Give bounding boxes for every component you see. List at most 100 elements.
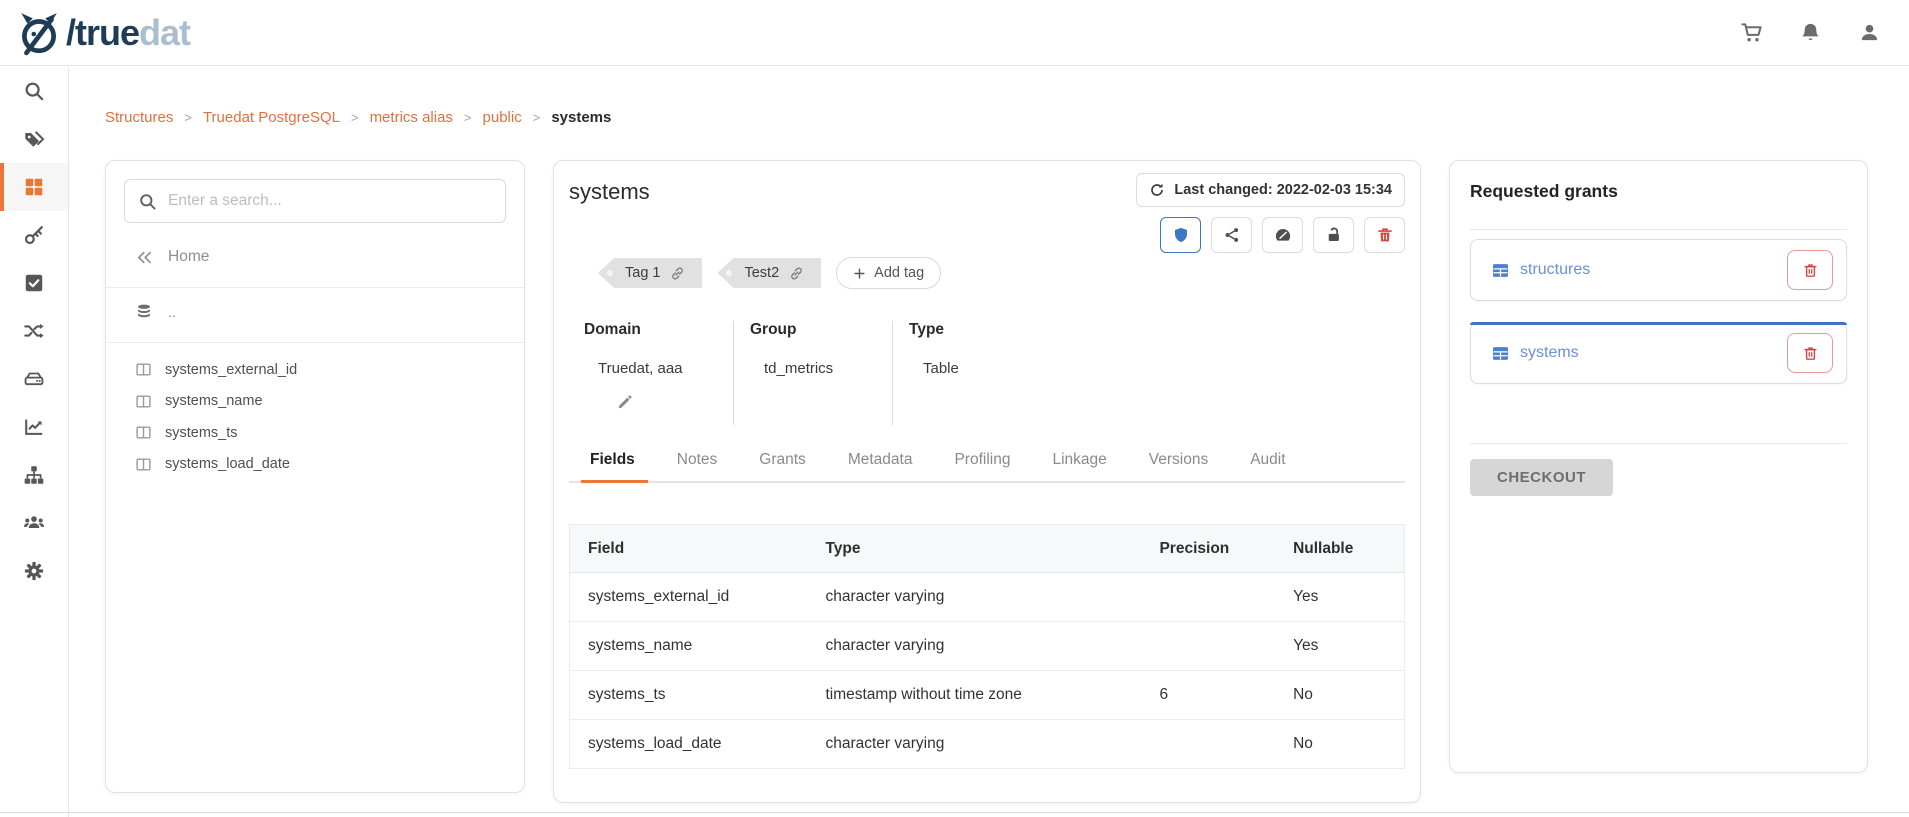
divider <box>106 287 524 288</box>
sidebar-item-settings[interactable] <box>0 547 68 595</box>
sidebar-item-users[interactable] <box>0 499 68 547</box>
profiling-gauge-button[interactable] <box>1262 217 1303 253</box>
sidebar-item-lineage[interactable] <box>0 307 68 355</box>
tab-versions[interactable]: Versions <box>1149 441 1208 481</box>
field-link[interactable]: systems_name <box>570 622 808 671</box>
field-nullable: No <box>1275 720 1404 769</box>
sidebar-item-quality[interactable] <box>0 259 68 307</box>
page-bottom-divider <box>0 812 1909 813</box>
table-row: systems_ts timestamp without time zone 6… <box>570 671 1405 720</box>
sitemap-icon <box>23 464 45 486</box>
grant-item-systems: systems <box>1470 322 1847 384</box>
remove-grant-button[interactable] <box>1787 333 1833 373</box>
bell-icon[interactable] <box>1799 21 1822 44</box>
field-label: systems_load_date <box>165 456 290 472</box>
sidebar-item-systems[interactable] <box>0 355 68 403</box>
group-label: Group <box>750 321 892 339</box>
field-type: timestamp without time zone <box>807 671 1141 720</box>
field-link[interactable]: systems_ts <box>570 671 808 720</box>
tab-fields[interactable]: Fields <box>590 441 635 481</box>
tab-linkage[interactable]: Linkage <box>1052 441 1106 481</box>
grant-link[interactable]: systems <box>1491 344 1787 363</box>
search-input[interactable] <box>168 192 492 210</box>
link-icon[interactable] <box>670 266 685 281</box>
field-precision <box>1141 573 1275 622</box>
edit-pencil-icon[interactable] <box>617 394 633 410</box>
truedat-logo[interactable]: /truedat <box>16 10 190 56</box>
delete-button[interactable] <box>1364 217 1405 253</box>
sidebar-item-dashboards[interactable] <box>0 403 68 451</box>
fields-table: Field Type Precision Nullable systems_ex… <box>569 524 1405 769</box>
field-link[interactable]: systems_load_date <box>570 720 808 769</box>
refresh-icon <box>1149 182 1165 198</box>
tag-chip[interactable]: Test2 <box>717 258 821 288</box>
breadcrumb-current: systems <box>551 109 611 126</box>
shuffle-icon <box>23 320 45 342</box>
link-icon[interactable] <box>789 266 804 281</box>
explorer-search-box <box>124 179 506 223</box>
trash-icon <box>1802 262 1819 279</box>
tab-audit[interactable]: Audit <box>1250 441 1285 481</box>
user-icon[interactable] <box>1858 21 1881 44</box>
users-icon <box>23 512 45 534</box>
cart-icon[interactable] <box>1740 21 1763 44</box>
protect-button[interactable] <box>1160 217 1201 253</box>
chart-line-icon <box>23 416 45 438</box>
tab-metadata[interactable]: Metadata <box>848 441 913 481</box>
tab-profiling[interactable]: Profiling <box>954 441 1010 481</box>
breadcrumb-link[interactable]: Structures <box>105 109 173 126</box>
field-label: systems_name <box>165 393 263 409</box>
column-header-precision: Precision <box>1141 525 1275 573</box>
field-precision <box>1141 720 1275 769</box>
breadcrumb: Structures > Truedat PostgreSQL > metric… <box>105 109 611 126</box>
explorer-home[interactable]: Home <box>106 248 524 266</box>
type-label: Type <box>909 321 1390 339</box>
action-buttons <box>1160 217 1405 253</box>
breadcrumb-link[interactable]: metrics alias <box>370 109 453 126</box>
columns-icon <box>135 456 152 473</box>
column-header-field: Field <box>570 525 808 573</box>
share-icon <box>1223 226 1241 244</box>
list-item[interactable]: systems_name <box>106 386 524 418</box>
list-item[interactable]: systems_external_id <box>106 354 524 386</box>
unlock-button[interactable] <box>1313 217 1354 253</box>
hard-drive-icon <box>23 368 45 390</box>
sidebar-item-domains[interactable] <box>0 451 68 499</box>
explorer-parent-item[interactable]: .. <box>106 303 524 321</box>
detail-tabs: Fields Notes Grants Metadata Profiling L… <box>569 441 1405 483</box>
divider <box>106 342 524 343</box>
tag-chip[interactable]: Tag 1 <box>598 258 702 288</box>
meta-section: Domain Truedat, aaa Group td_metrics Typ… <box>584 321 1390 425</box>
checkout-button[interactable]: CHECKOUT <box>1470 459 1613 496</box>
breadcrumb-link[interactable]: Truedat PostgreSQL <box>203 109 340 126</box>
field-link[interactable]: systems_external_id <box>570 573 808 622</box>
sidebar-item-tags[interactable] <box>0 115 68 163</box>
field-type: character varying <box>807 622 1141 671</box>
last-changed-label: Last changed: 2022-02-03 15:34 <box>1174 182 1392 198</box>
table-row: systems_name character varying Yes <box>570 622 1405 671</box>
last-changed-button[interactable]: Last changed: 2022-02-03 15:34 <box>1136 173 1405 207</box>
topbar-actions <box>1740 21 1881 44</box>
requested-grants-panel: Requested grants structures systems <box>1449 160 1868 773</box>
divider <box>1470 443 1847 444</box>
tab-notes[interactable]: Notes <box>677 441 718 481</box>
shield-icon <box>1172 226 1190 244</box>
list-item[interactable]: systems_ts <box>106 417 524 449</box>
list-item[interactable]: systems_load_date <box>106 449 524 481</box>
columns-icon <box>135 424 152 441</box>
sidebar-rail <box>0 67 69 817</box>
breadcrumb-link[interactable]: public <box>483 109 522 126</box>
tab-grants[interactable]: Grants <box>759 441 806 481</box>
remove-grant-button[interactable] <box>1787 250 1833 290</box>
structure-detail-panel: systems Last changed: 2022-02-03 15:34 <box>553 160 1421 803</box>
share-button[interactable] <box>1211 217 1252 253</box>
field-label: systems_ts <box>165 425 238 441</box>
sidebar-item-permissions[interactable] <box>0 211 68 259</box>
sidebar-item-modules[interactable] <box>0 163 68 211</box>
sidebar-item-search[interactable] <box>0 67 68 115</box>
field-list: systems_external_id systems_name systems… <box>106 354 524 480</box>
add-tag-button[interactable]: Add tag <box>836 257 941 289</box>
field-precision: 6 <box>1141 671 1275 720</box>
grant-link[interactable]: structures <box>1491 261 1787 280</box>
logo-slash: / <box>66 12 75 54</box>
